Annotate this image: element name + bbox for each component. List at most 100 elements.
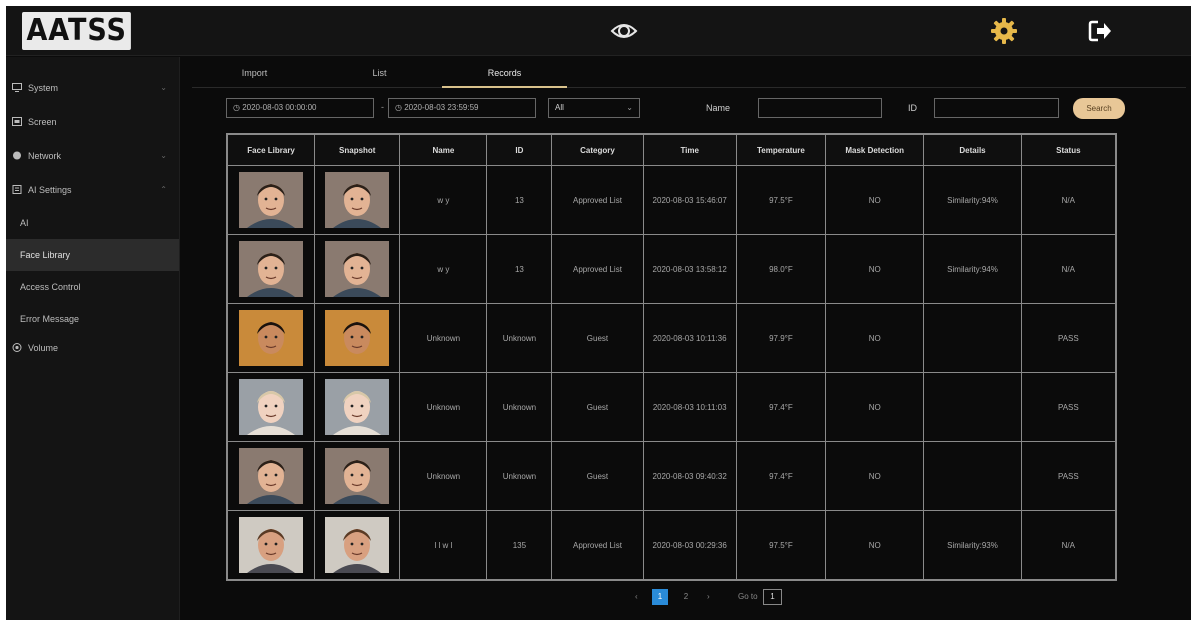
category-cell: Approved List <box>551 510 644 580</box>
name-input[interactable] <box>758 98 882 118</box>
face-library-cell <box>226 372 316 442</box>
id-input[interactable] <box>934 98 1059 118</box>
snapshot-cell <box>314 372 401 442</box>
face-library-cell <box>226 441 316 511</box>
status-cell: PASS <box>1020 441 1117 511</box>
monitor-icon <box>12 83 22 92</box>
sidebar-item-label: AI Settings <box>28 185 72 195</box>
goto-page-input[interactable]: 1 <box>763 589 782 605</box>
details-cell <box>923 372 1022 442</box>
mask-cell: NO <box>825 303 925 373</box>
column-header: Mask Detection <box>825 134 925 166</box>
top-bar: AATSS <box>6 6 1191 56</box>
column-header: Status <box>1020 134 1117 166</box>
sidebar-item-volume[interactable]: Volume <box>6 331 179 365</box>
logout-icon[interactable] <box>1086 17 1114 45</box>
column-header: Time <box>642 134 737 166</box>
status-cell: N/A <box>1020 234 1117 304</box>
sidebar-subitem-face-library[interactable]: Face Library <box>6 239 179 271</box>
table-row: Unknown Unknown Guest 2020-08-03 10:11:03 97… <box>226 372 1117 442</box>
status-cell: N/A <box>1020 510 1117 580</box>
table-row: w y 13 Approved List 2020-08-03 15:46:07 97.… <box>226 165 1117 235</box>
category-cell: Guest <box>551 372 644 442</box>
app-logo: AATSS <box>22 12 132 50</box>
snapshot-cell <box>314 441 401 511</box>
snapshot-cell <box>314 510 401 580</box>
column-header: Category <box>551 134 644 166</box>
name-cell: Unknown <box>399 303 488 373</box>
temperature-cell: 97.9°F <box>735 303 827 373</box>
details-cell <box>923 441 1022 511</box>
search-button[interactable]: Search <box>1073 98 1125 119</box>
temperature-cell: 98.0°F <box>735 234 827 304</box>
time-cell: 2020-08-03 15:46:07 <box>642 165 737 235</box>
category-cell: Approved List <box>551 165 644 235</box>
category-cell: Guest <box>551 303 644 373</box>
clock-icon: ◷ <box>395 103 405 112</box>
screen-icon <box>12 117 22 126</box>
details-cell: Similarity:94% <box>923 234 1022 304</box>
details-cell: Similarity:93% <box>923 510 1022 580</box>
face-library-cell <box>226 510 316 580</box>
sidebar-subitem-ai[interactable]: AI <box>6 207 179 239</box>
mask-cell: NO <box>825 372 925 442</box>
prev-page-button[interactable]: ‹ <box>635 592 638 601</box>
sidebar-item-network[interactable]: Network ⌄ <box>6 139 179 173</box>
chevron-down-icon: ⌄ <box>160 83 167 92</box>
time-cell: 2020-08-03 09:40:32 <box>642 441 737 511</box>
goto-label: Go to <box>738 592 758 601</box>
next-page-button[interactable]: › <box>707 592 710 601</box>
tab-import[interactable]: Import <box>192 64 317 88</box>
face-library-photo <box>239 310 304 366</box>
tab-list[interactable]: List <box>317 64 442 88</box>
sidebar-subitem-access-control[interactable]: Access Control <box>6 271 179 303</box>
column-header: ID <box>486 134 553 166</box>
mask-cell: NO <box>825 165 925 235</box>
chevron-up-icon: ⌃ <box>160 185 167 194</box>
table-row: Unknown Unknown Guest 2020-08-03 09:40:32 97… <box>226 441 1117 511</box>
face-library-cell <box>226 303 316 373</box>
status-cell: PASS <box>1020 372 1117 442</box>
category-select[interactable]: All ⌄ <box>548 98 640 118</box>
volume-icon <box>12 343 22 352</box>
sidebar-item-ai-settings[interactable]: AI Settings ⌃ <box>6 173 179 207</box>
sidebar-item-system[interactable]: System ⌄ <box>6 71 179 105</box>
details-cell: Similarity:94% <box>923 165 1022 235</box>
table-row: Unknown Unknown Guest 2020-08-03 10:11:36 97… <box>226 303 1117 373</box>
face-library-photo <box>239 517 304 573</box>
tab-records[interactable]: Records <box>442 64 567 88</box>
end-datetime-field[interactable]: ◷ 2020-08-03 23:59:59 <box>388 98 536 118</box>
face-library-photo <box>239 448 304 504</box>
gear-icon[interactable] <box>990 17 1018 45</box>
sidebar-item-label: System <box>28 83 59 93</box>
column-header: Temperature <box>735 134 827 166</box>
snapshot-photo <box>325 241 390 297</box>
table-row: w y 13 Approved List 2020-08-03 13:58:12 98.… <box>226 234 1117 304</box>
page-1-button[interactable]: 1 <box>652 589 668 605</box>
page-2-button[interactable]: 2 <box>678 589 694 605</box>
name-cell: l l w l <box>399 510 488 580</box>
eye-icon[interactable] <box>610 17 638 45</box>
name-cell: Unknown <box>399 372 488 442</box>
date-range-separator: - <box>381 102 384 112</box>
face-library-photo <box>239 379 304 435</box>
temperature-cell: 97.5°F <box>735 510 827 580</box>
id-cell: Unknown <box>486 372 553 442</box>
mask-cell: NO <box>825 441 925 511</box>
details-cell <box>923 303 1022 373</box>
category-cell: Approved List <box>551 234 644 304</box>
table-row: l l w l 135 Approved List 2020-08-03 00:29:… <box>226 510 1117 580</box>
start-datetime-field[interactable]: ◷ 2020-08-03 00:00:00 <box>226 98 374 118</box>
column-header: Details <box>923 134 1022 166</box>
column-header: Snapshot <box>314 134 401 166</box>
id-cell: 13 <box>486 234 553 304</box>
face-library-cell <box>226 234 316 304</box>
records-table: Face Library Snapshot Name ID Category T… <box>226 133 1117 581</box>
status-cell: PASS <box>1020 303 1117 373</box>
sidebar-item-screen[interactable]: Screen <box>6 105 179 139</box>
temperature-cell: 97.5°F <box>735 165 827 235</box>
snapshot-photo <box>325 310 390 366</box>
id-cell: Unknown <box>486 303 553 373</box>
name-label: Name <box>706 103 731 113</box>
face-library-photo <box>239 172 304 228</box>
